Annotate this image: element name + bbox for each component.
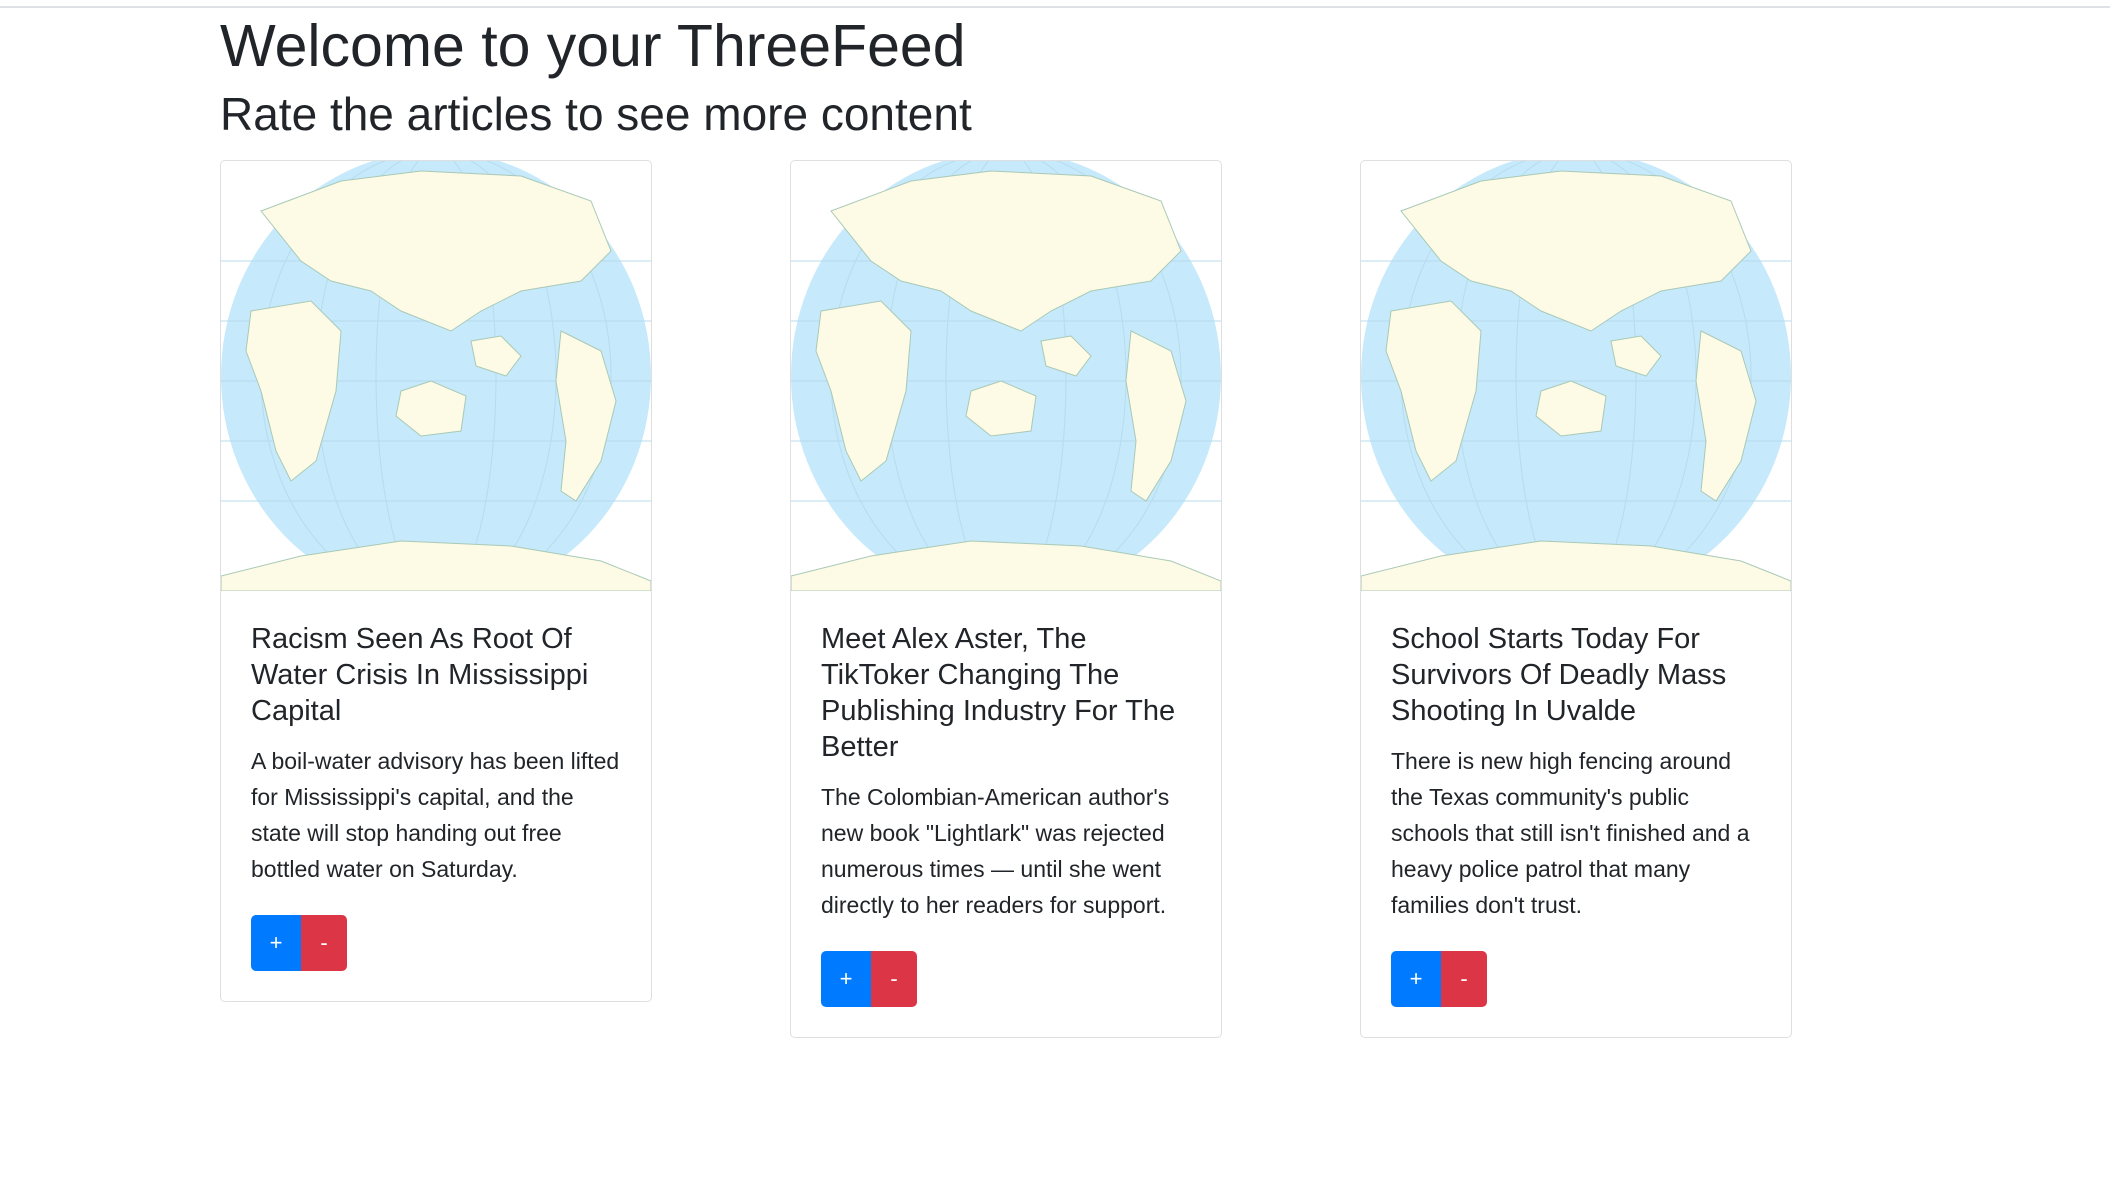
- card-body: Meet Alex Aster, The TikToker Changing T…: [791, 591, 1221, 1037]
- upvote-button[interactable]: +: [251, 915, 301, 971]
- world-map-image: [791, 161, 1221, 591]
- article-title: Meet Alex Aster, The TikToker Changing T…: [821, 623, 1176, 763]
- upvote-button[interactable]: +: [1391, 951, 1441, 1007]
- rating-button-group: + -: [821, 951, 917, 1007]
- top-border: [0, 0, 2110, 8]
- downvote-button[interactable]: -: [301, 915, 347, 971]
- upvote-button[interactable]: +: [821, 951, 871, 1007]
- page-title: Welcome to your ThreeFeed: [220, 13, 966, 79]
- main-container: Welcome to your ThreeFeed Rate the artic…: [220, 10, 1900, 1060]
- article-summary: There is new high fencing around the Tex…: [1391, 748, 1750, 918]
- article-title: School Starts Today For Survivors Of Dea…: [1391, 623, 1727, 727]
- card-body: Racism Seen As Root Of Water Crisis In M…: [221, 591, 651, 1001]
- downvote-button[interactable]: -: [1441, 951, 1487, 1007]
- rating-button-group: + -: [251, 915, 347, 971]
- downvote-button[interactable]: -: [871, 951, 917, 1007]
- article-card: Racism Seen As Root Of Water Crisis In M…: [220, 160, 652, 1002]
- card-body: School Starts Today For Survivors Of Dea…: [1361, 591, 1791, 1037]
- article-title: Racism Seen As Root Of Water Crisis In M…: [251, 623, 589, 727]
- article-card: School Starts Today For Survivors Of Dea…: [1360, 160, 1792, 1038]
- article-summary: The Colombian-American author's new book…: [821, 784, 1170, 918]
- page-subtitle: Rate the articles to see more content: [220, 88, 972, 140]
- article-summary: A boil-water advisory has been lifted fo…: [251, 748, 620, 882]
- world-map-image: [221, 161, 651, 591]
- world-map-image: [1361, 161, 1791, 591]
- rating-button-group: + -: [1391, 951, 1487, 1007]
- article-card: Meet Alex Aster, The TikToker Changing T…: [790, 160, 1222, 1038]
- article-card-row: Racism Seen As Root Of Water Crisis In M…: [220, 160, 1900, 1060]
